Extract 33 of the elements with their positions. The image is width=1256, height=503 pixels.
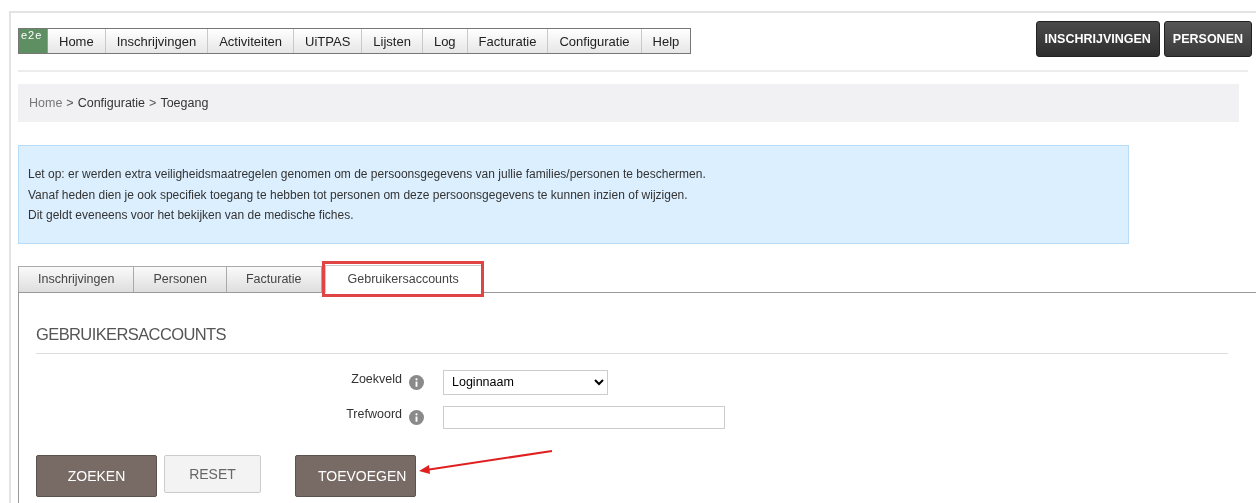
notice-text: Dit geldt eveneens voor het bekijken van de medische fiches. [28,207,355,224]
breadcrumb-item: Configuratie [77,96,146,110]
breadcrumb-separator: > [66,96,74,110]
nav-item[interactable]: Lijsten [362,29,423,53]
tab[interactable]: Inschrijvingen [18,265,135,292]
tab[interactable]: Personen [133,265,227,292]
action-button[interactable]: RESET [164,454,261,493]
nav-item[interactable]: Home [48,29,106,53]
notice-text: Let op: er werden extra veiligheidsmaatregelen genomen om de persoonsgegevens van jullie families/personen te beschermen. [28,166,707,183]
info-icon[interactable] [409,374,424,390]
field-label: Trefwoord [346,407,402,421]
breadcrumb-separator: > [149,96,157,110]
action-button[interactable]: TOEVOEGEN [295,454,416,497]
info-icon[interactable] [409,409,424,425]
header-button[interactable]: INSCHRIJVINGEN [1035,21,1160,57]
notice-text: Vanaf heden dien je ook specifiek toegang te hebben tot personen om deze persoonsgegevens te kunnen inzien of wijzigen. [28,186,689,204]
input-field[interactable] [443,405,725,429]
nav-item[interactable]: Facturatie [467,29,549,53]
logo-icon[interactable]: e2e [19,29,48,53]
header-button[interactable]: PERSONEN [1163,21,1252,57]
field-label: Zoekveld [351,372,402,386]
breadcrumb-link[interactable]: Home [29,96,63,110]
nav-item[interactable]: UiTPAS [294,29,363,53]
action-button[interactable]: ZOEKEN [36,454,157,497]
select-field[interactable]: Loginnaam [443,369,608,395]
nav-item[interactable]: Inschrijvingen [105,29,209,53]
nav-item[interactable]: Activiteiten [208,29,295,53]
tab[interactable]: Facturatie [225,265,322,292]
nav-item[interactable]: Configuratie [548,29,642,53]
nav-item[interactable]: Log [422,29,468,53]
section-title: GEBRUIKERSACCOUNTS [36,292,1228,354]
nav-item[interactable]: Help [641,29,691,53]
breadcrumb-item: Toegang [160,96,209,110]
